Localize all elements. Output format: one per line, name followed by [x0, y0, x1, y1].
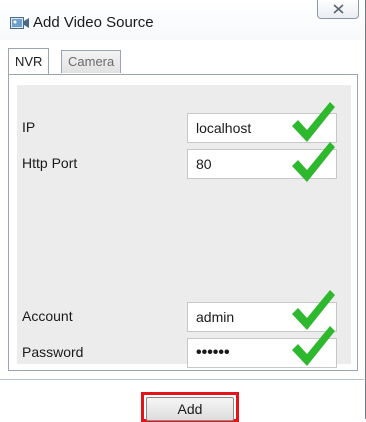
password-label: Password	[22, 344, 84, 360]
tab-camera-label: Camera	[68, 54, 115, 69]
footer-divider	[0, 379, 364, 380]
checkmark-icon	[292, 326, 335, 366]
http-port-label: Http Port	[22, 155, 78, 171]
tab-camera[interactable]: Camera	[61, 50, 122, 73]
checkmark-icon	[292, 102, 335, 142]
title-bar[interactable]: Add Video Source	[0, 0, 364, 40]
account-label: Account	[22, 308, 73, 324]
add-video-source-dialog: Add Video Source NVR Camera IP localhost…	[0, 0, 366, 422]
tab-nvr-label: NVR	[15, 54, 43, 69]
tab-strip: NVR Camera	[8, 48, 356, 75]
checkmark-icon	[292, 142, 335, 182]
window-title: Add Video Source	[33, 14, 154, 31]
add-button[interactable]: Add	[146, 397, 234, 421]
close-icon	[333, 4, 344, 14]
close-button[interactable]	[317, 0, 359, 19]
ip-label: IP	[22, 119, 36, 135]
video-camera-app-icon	[10, 15, 30, 31]
tab-nvr[interactable]: NVR	[8, 48, 50, 74]
